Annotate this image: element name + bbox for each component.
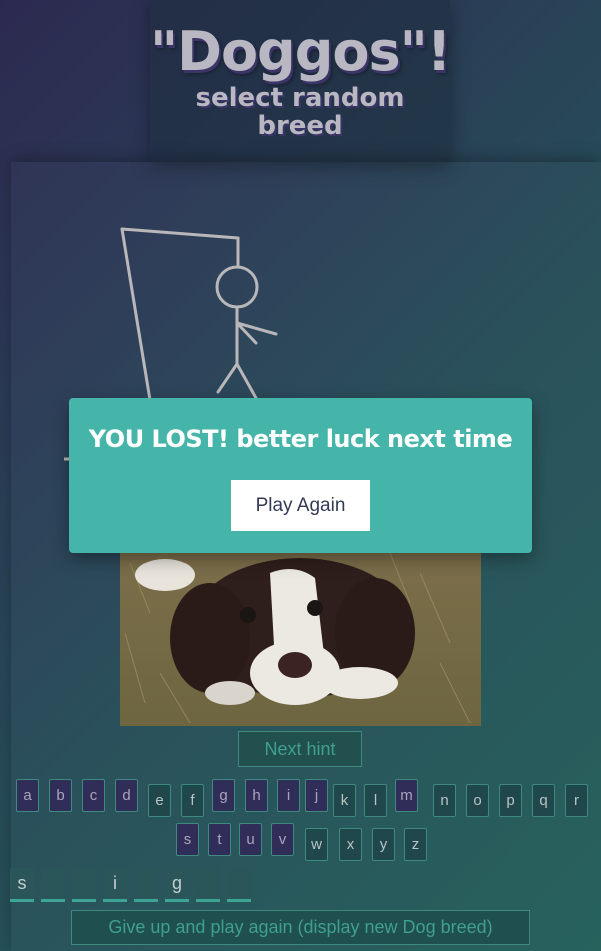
select-random-breed-link[interactable]: select random breed (150, 84, 450, 140)
letter-key-j[interactable]: j (305, 779, 328, 812)
word-slot (227, 868, 251, 902)
letter-key-e[interactable]: e (148, 784, 171, 817)
hangman-leg (235, 362, 258, 400)
letter-key-c[interactable]: c (82, 779, 105, 812)
word-slot (196, 868, 220, 902)
dog-photo (120, 553, 481, 726)
letter-key-h[interactable]: h (245, 779, 268, 812)
letter-key-l[interactable]: l (364, 784, 387, 817)
letter-key-m[interactable]: m (395, 779, 418, 812)
page-title: "Doggos"! (150, 20, 451, 83)
hangman-head (215, 265, 259, 309)
letter-key-n[interactable]: n (433, 784, 456, 817)
letter-key-o[interactable]: o (466, 784, 489, 817)
letter-key-g[interactable]: g (212, 779, 235, 812)
letter-key-y[interactable]: y (372, 828, 395, 861)
word-slot (41, 868, 65, 902)
letter-key-a[interactable]: a (16, 779, 39, 812)
letter-key-q[interactable]: q (532, 784, 555, 817)
modal-title: YOU LOST! better luck next time (88, 425, 513, 453)
word-slot (72, 868, 96, 902)
letter-key-p[interactable]: p (499, 784, 522, 817)
letter-key-d[interactable]: d (115, 779, 138, 812)
word-slot: i (103, 868, 127, 902)
letter-key-u[interactable]: u (239, 823, 262, 856)
letter-key-i[interactable]: i (277, 779, 300, 812)
header: "Doggos"! select random breed (150, 0, 451, 162)
game-over-modal: YOU LOST! better luck next time Play Aga… (69, 398, 532, 553)
word-slot: g (165, 868, 189, 902)
hangman-leg (216, 362, 239, 394)
letter-key-x[interactable]: x (339, 828, 362, 861)
letter-key-f[interactable]: f (181, 784, 204, 817)
letter-key-v[interactable]: v (271, 823, 294, 856)
letter-key-w[interactable]: w (305, 828, 328, 861)
letter-key-r[interactable]: r (565, 784, 588, 817)
letter-key-t[interactable]: t (208, 823, 231, 856)
letter-key-z[interactable]: z (404, 828, 427, 861)
next-hint-button[interactable]: Next hint (238, 731, 362, 767)
word-slot (134, 868, 158, 902)
letter-key-s[interactable]: s (176, 823, 199, 856)
word-slot: s (10, 868, 34, 902)
play-again-button[interactable]: Play Again (231, 480, 370, 531)
letter-key-b[interactable]: b (49, 779, 72, 812)
letter-key-k[interactable]: k (333, 784, 356, 817)
gallows-beam (120, 227, 240, 240)
give-up-button[interactable]: Give up and play again (display new Dog … (71, 910, 530, 945)
gallows-pole (120, 227, 152, 402)
